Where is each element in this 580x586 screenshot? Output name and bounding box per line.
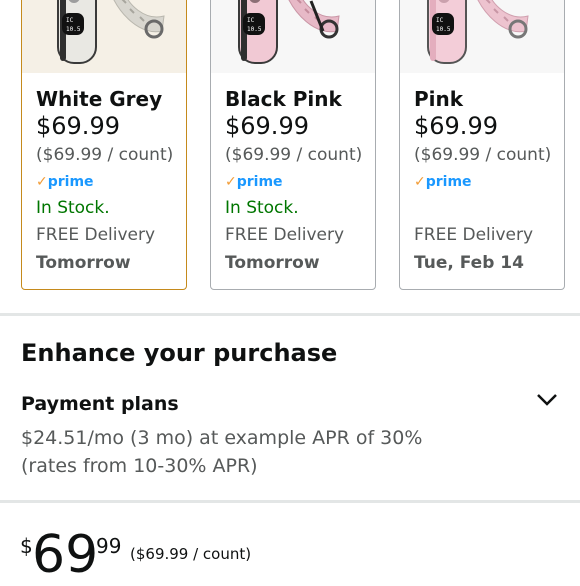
stock-status (414, 195, 558, 222)
currency-symbol: $ (20, 534, 33, 558)
variant-unit-price: ($69.99 / count) (225, 145, 363, 165)
prime-badge: ✓prime (36, 174, 94, 190)
prime-badge: ✓prime (414, 174, 472, 190)
variant-price: $69.99 (225, 112, 309, 140)
delivery-date: Tue, Feb 14 (414, 253, 524, 273)
section-divider (0, 313, 580, 316)
variant-card-white-grey[interactable]: IC 10.5 White Grey $69.99 ($69.99 / coun… (21, 0, 187, 290)
svg-text:10.5: 10.5 (247, 26, 262, 33)
section-divider (0, 500, 580, 503)
stock-status: In Stock. (225, 198, 299, 218)
variant-selector: IC 10.5 White Grey $69.99 ($69.99 / coun… (0, 0, 580, 300)
variant-unit-price: ($69.99 / count) (36, 145, 174, 165)
svg-text:IC: IC (247, 17, 255, 24)
variant-price: $69.99 (36, 112, 120, 140)
enhance-section-title: Enhance your purchase (21, 339, 338, 367)
product-image: IC 10.5 (211, 0, 375, 73)
price-whole: 69 (32, 525, 99, 585)
variant-card-black-pink[interactable]: IC 10.5 Black Pink $69.99 ($69.99 / coun… (210, 0, 376, 290)
svg-text:IC: IC (66, 17, 74, 24)
svg-text:10.5: 10.5 (66, 26, 81, 33)
chevron-down-icon[interactable] (535, 390, 559, 410)
delivery-label: FREE Delivery (414, 225, 534, 245)
variant-name: Pink (414, 87, 464, 111)
prime-check-icon: ✓ (414, 174, 426, 190)
product-image: IC 10.5 (22, 0, 186, 73)
payment-plan-rates: (rates from 10-30% APR) (21, 455, 258, 477)
prime-check-icon: ✓ (225, 174, 237, 190)
payment-plan-detail: $24.51/mo (3 mo) at example APR of 30% (21, 427, 423, 449)
variant-name: White Grey (36, 87, 163, 111)
payment-plans-label[interactable]: Payment plans (21, 391, 179, 417)
svg-text:IC: IC (436, 17, 444, 24)
delivery-label: FREE Delivery (36, 225, 156, 245)
buybox-unit-price: ($69.99 / count) (130, 545, 252, 563)
delivery-date: Tomorrow (225, 253, 320, 273)
delivery-date: Tomorrow (36, 253, 131, 273)
prime-badge: ✓prime (225, 174, 283, 190)
product-image: IC 10.5 (400, 0, 564, 73)
stock-status: In Stock. (36, 198, 110, 218)
prime-check-icon: ✓ (36, 174, 48, 190)
variant-price: $69.99 (414, 112, 498, 140)
variant-card-pink[interactable]: IC 10.5 Pink $69.99 ($69.99 / count) ✓pr… (399, 0, 565, 290)
price-fraction: 99 (96, 534, 122, 558)
delivery-label: FREE Delivery (225, 225, 345, 245)
svg-text:10.5: 10.5 (436, 26, 451, 33)
variant-unit-price: ($69.99 / count) (414, 145, 552, 165)
variant-name: Black Pink (225, 87, 342, 111)
